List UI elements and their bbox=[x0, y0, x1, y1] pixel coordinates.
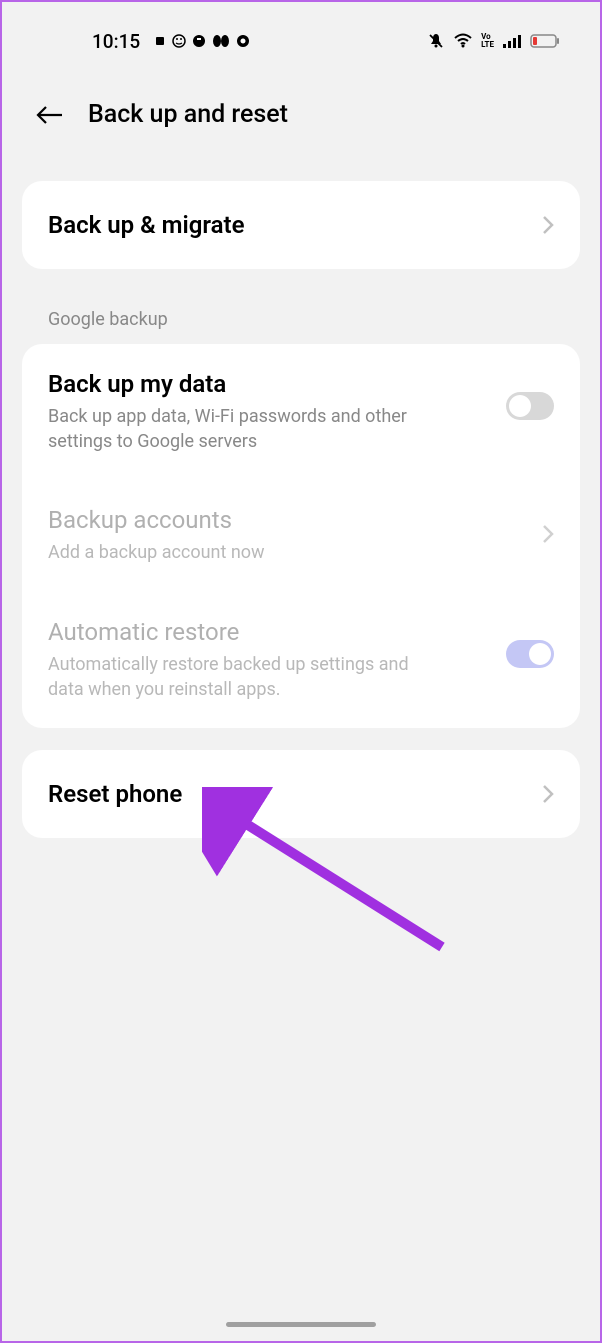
backup-accounts-text: Backup accounts Add a backup account now bbox=[48, 506, 542, 565]
back-arrow-icon bbox=[36, 105, 64, 125]
battery-icon bbox=[530, 34, 560, 48]
automatic-restore-subtitle: Automatically restore backed up settings… bbox=[48, 652, 448, 702]
volte-icon: VoLTE bbox=[481, 33, 494, 49]
reset-phone-item[interactable]: Reset phone bbox=[22, 750, 580, 838]
toggle-knob bbox=[509, 395, 531, 417]
page-title: Back up and reset bbox=[88, 100, 288, 129]
status-time: 10:15 bbox=[92, 30, 140, 53]
status-left: 10:15 bbox=[92, 30, 250, 53]
automatic-restore-item[interactable]: Automatic restore Automatically restore … bbox=[22, 592, 580, 728]
back-button[interactable] bbox=[34, 103, 66, 127]
backup-my-data-subtitle: Back up app data, Wi-Fi passwords and ot… bbox=[48, 404, 448, 454]
status-right-icons: VoLTE bbox=[427, 32, 560, 50]
automatic-restore-text: Automatic restore Automatically restore … bbox=[48, 618, 506, 702]
header: Back up and reset bbox=[2, 64, 600, 149]
automatic-restore-title: Automatic restore bbox=[48, 618, 506, 646]
chevron-right-icon bbox=[542, 215, 554, 235]
reset-card: Reset phone bbox=[22, 750, 580, 838]
backup-migrate-card: Back up & migrate bbox=[22, 181, 580, 269]
google-backup-card: Back up my data Back up app data, Wi-Fi … bbox=[22, 344, 580, 728]
backup-migrate-title: Back up & migrate bbox=[48, 211, 245, 239]
backup-accounts-title: Backup accounts bbox=[48, 506, 542, 534]
reset-phone-title: Reset phone bbox=[48, 780, 182, 808]
wifi-icon bbox=[453, 33, 473, 49]
status-bar: 10:15 VoLTE bbox=[2, 2, 600, 64]
toggle-knob bbox=[529, 643, 551, 665]
automatic-restore-toggle[interactable] bbox=[506, 640, 554, 668]
home-indicator[interactable] bbox=[226, 1322, 376, 1327]
chevron-right-icon bbox=[542, 524, 554, 544]
backup-accounts-item[interactable]: Backup accounts Add a backup account now bbox=[22, 480, 580, 591]
signal-icon bbox=[502, 33, 522, 49]
backup-my-data-title: Back up my data bbox=[48, 370, 506, 398]
backup-migrate-item[interactable]: Back up & migrate bbox=[22, 181, 580, 269]
backup-accounts-subtitle: Add a backup account now bbox=[48, 540, 448, 565]
chevron-right-icon bbox=[542, 784, 554, 804]
status-notification-icons bbox=[154, 34, 250, 48]
google-backup-label: Google backup bbox=[22, 291, 580, 344]
mute-icon bbox=[427, 32, 445, 50]
content: Back up & migrate Google backup Back up … bbox=[2, 149, 600, 838]
backup-my-data-item[interactable]: Back up my data Back up app data, Wi-Fi … bbox=[22, 344, 580, 480]
backup-my-data-text: Back up my data Back up app data, Wi-Fi … bbox=[48, 370, 506, 454]
backup-my-data-toggle[interactable] bbox=[506, 392, 554, 420]
